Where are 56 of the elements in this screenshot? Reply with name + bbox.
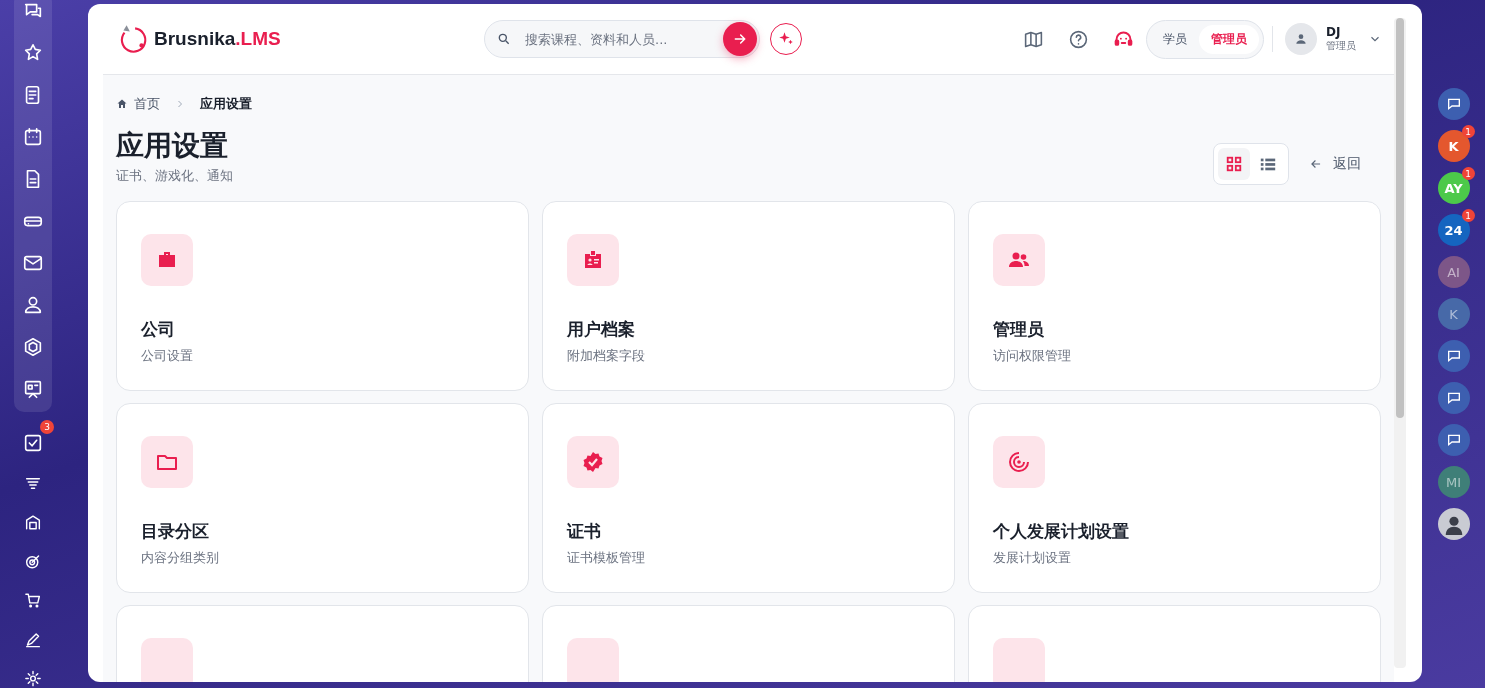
search-submit-button[interactable] xyxy=(723,22,757,56)
page-subtitle: 证书、游戏化、通知 xyxy=(116,166,233,185)
badge-icon xyxy=(581,449,605,474)
search-field[interactable]: 搜索课程、资料和人员... xyxy=(484,20,760,58)
breadcrumb-current: 应用设置 xyxy=(200,95,252,113)
grid-view-button[interactable] xyxy=(1218,147,1250,180)
card-description: 访问权限管理 xyxy=(993,346,1072,365)
user-avatar[interactable] xyxy=(1437,508,1470,540)
arrow-right-icon xyxy=(732,31,748,47)
user-role: 管理员 xyxy=(1326,39,1356,53)
card-description: 发展计划设置 xyxy=(993,548,1072,567)
search-input[interactable]: 搜索课程、资料和人员... xyxy=(523,30,723,48)
user-name: DJ xyxy=(1326,25,1342,39)
card-description: 附加档案字段 xyxy=(567,346,646,365)
settings-card[interactable]: 目录分区 内容分组类别 xyxy=(116,402,529,593)
card-title: 个人发展计划设置 xyxy=(993,519,1130,543)
chat-app-icon[interactable] xyxy=(1437,424,1470,456)
unread-badge: 1 xyxy=(1461,209,1475,222)
role-tab[interactable]: 管理员 xyxy=(1199,24,1259,54)
card-title: 证书 xyxy=(567,519,602,543)
chat-app-icon[interactable] xyxy=(1437,340,1470,372)
search-icon xyxy=(497,32,511,46)
home-icon xyxy=(116,98,128,110)
settings-card[interactable]: 公司 公司设置 xyxy=(116,200,529,391)
role-tab[interactable]: 学员 xyxy=(1151,24,1199,54)
notification-badge: 3 xyxy=(40,420,54,434)
hexagon-icon[interactable] xyxy=(22,336,44,358)
settings-card[interactable]: 用户档案 附加档案字段 xyxy=(542,200,955,391)
card-description: 内容分组类别 xyxy=(141,548,220,567)
help-icon[interactable] xyxy=(1068,28,1089,50)
chat-app-icon[interactable] xyxy=(1437,382,1470,414)
target-icon xyxy=(1007,449,1031,474)
settings-card[interactable]: 证书 证书模板管理 xyxy=(542,402,955,593)
brand-name: Brusnika.LMS xyxy=(154,28,281,50)
scrollbar-thumb[interactable] xyxy=(1396,18,1404,418)
settings-card[interactable]: 个人发展计划设置 发展计划设置 xyxy=(968,402,1381,593)
back-button[interactable]: 返回 xyxy=(1305,148,1365,179)
card-title: 用户档案 xyxy=(567,317,636,341)
unread-badge: 1 xyxy=(1461,167,1475,180)
card-title: 公司 xyxy=(141,317,176,341)
page-title: 应用设置 xyxy=(116,129,229,163)
ai-sparkle-button[interactable] xyxy=(770,23,802,55)
settings-card[interactable]: 管理员 访问权限管理 xyxy=(968,200,1381,391)
unread-badge: 1 xyxy=(1461,125,1475,138)
card-description: 证书模板管理 xyxy=(567,548,646,567)
user-avatar[interactable] xyxy=(1285,23,1317,55)
breadcrumb-link[interactable]: 首页 xyxy=(134,95,160,113)
gear-icon[interactable] xyxy=(22,669,44,688)
chat-app-icon[interactable] xyxy=(1437,88,1470,120)
calendar-icon[interactable] xyxy=(22,126,44,148)
board-icon[interactable] xyxy=(22,378,44,400)
checkbox-icon[interactable] xyxy=(22,432,44,454)
grid-icon xyxy=(1225,154,1243,173)
card-title: 目录分区 xyxy=(141,519,210,543)
card-title: 管理员 xyxy=(993,317,1045,341)
card-description: 公司设置 xyxy=(141,346,194,365)
